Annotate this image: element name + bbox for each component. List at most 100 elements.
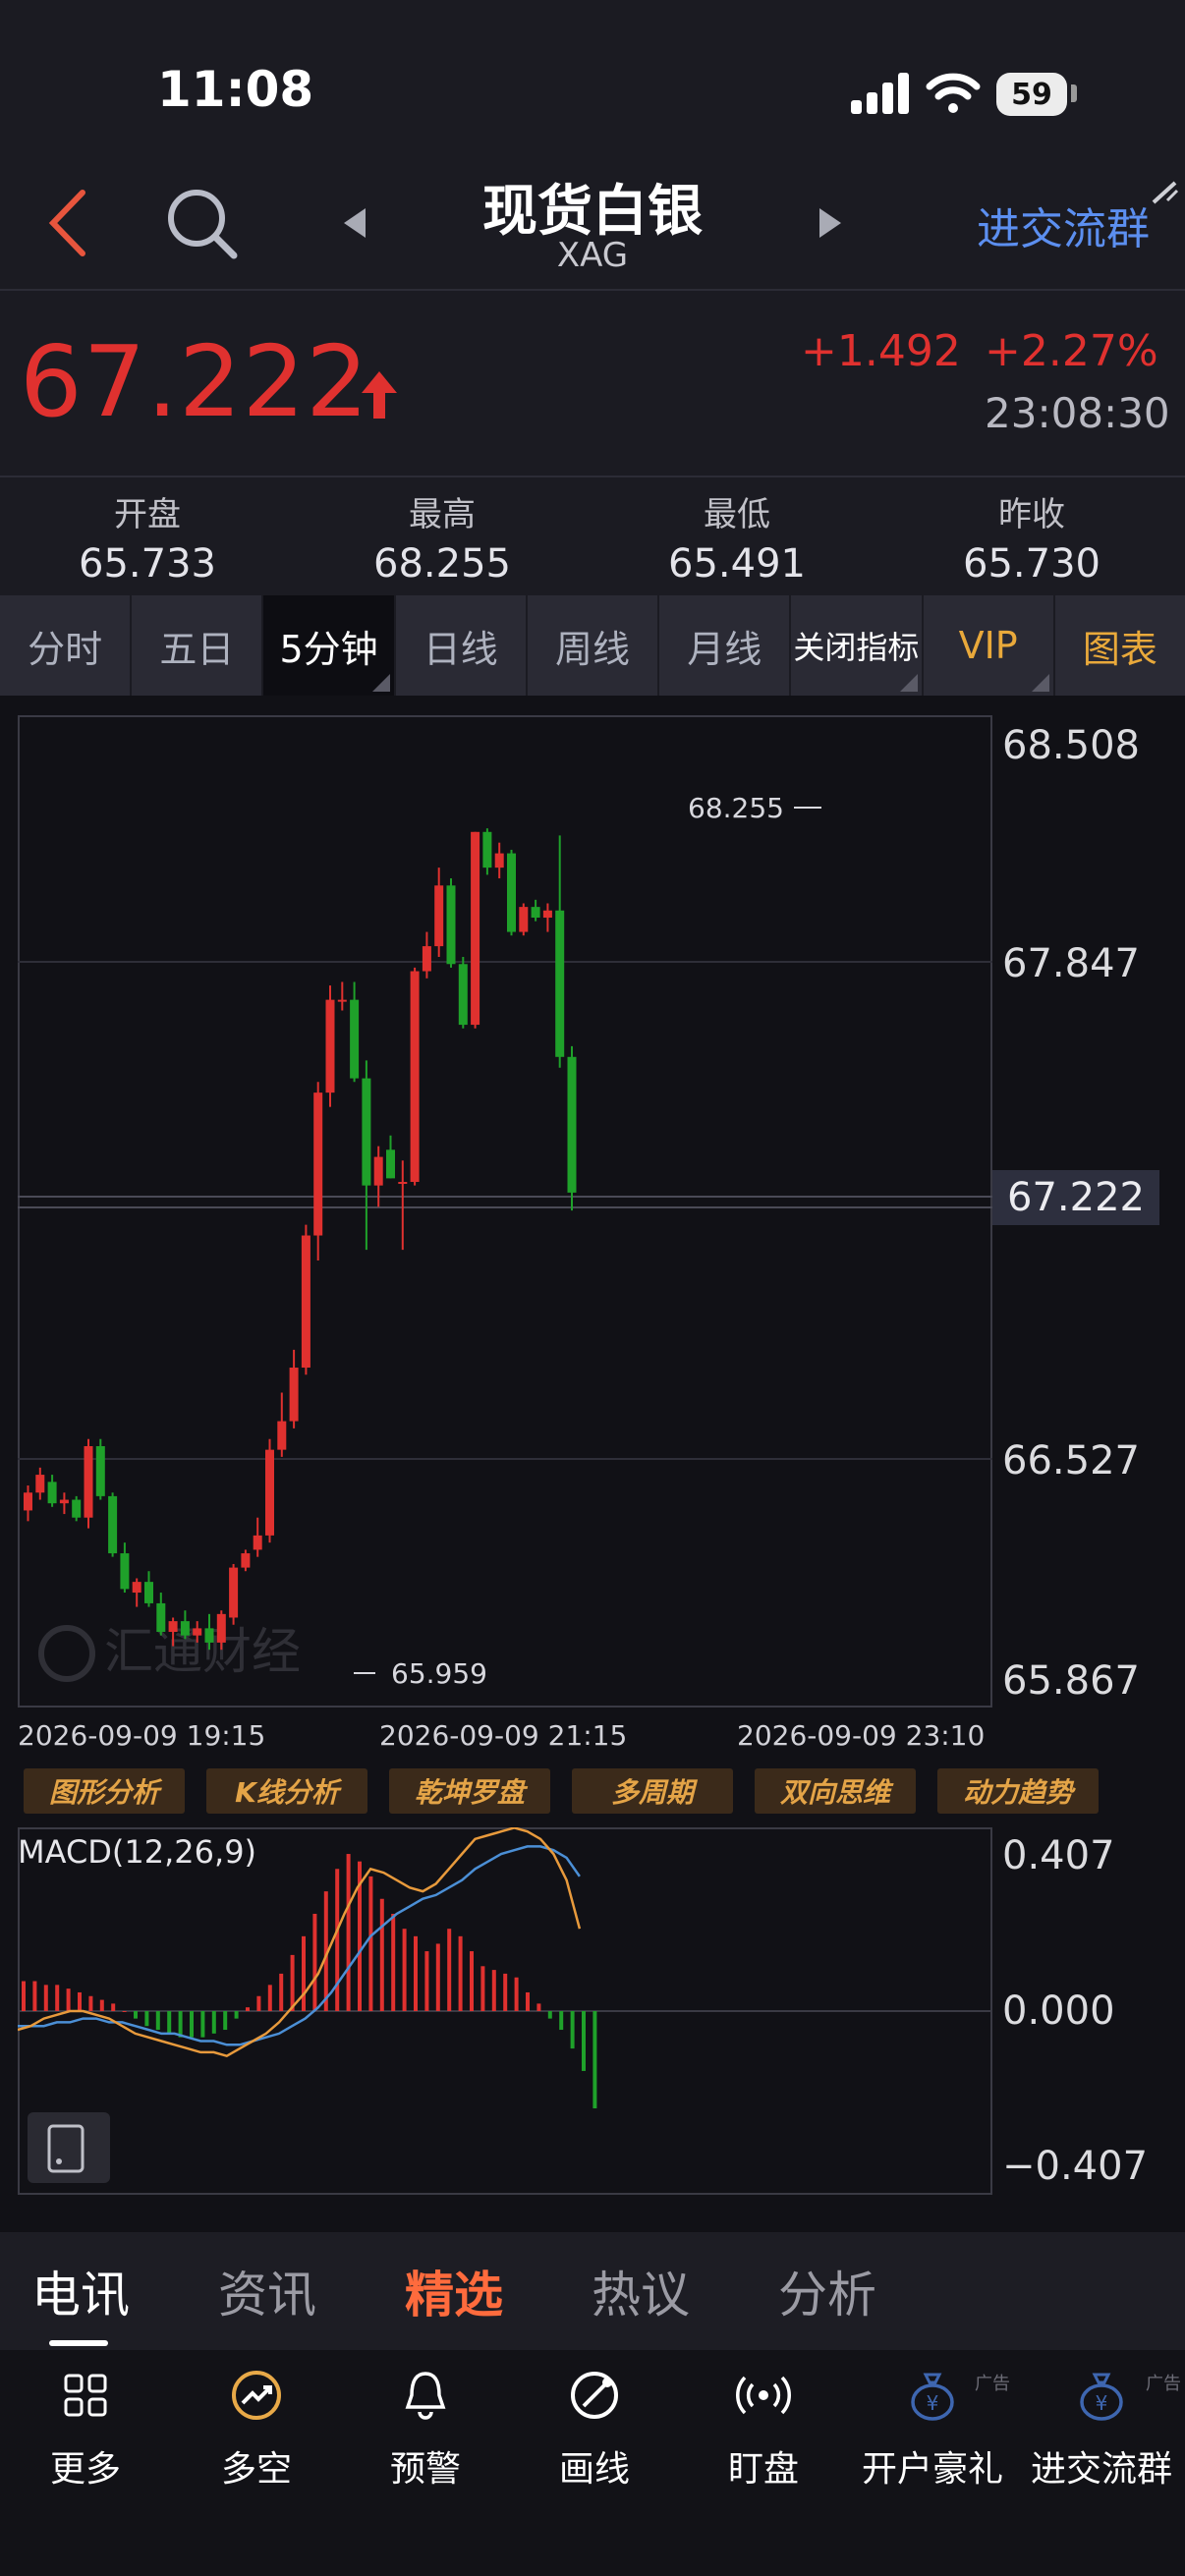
- candle: [507, 849, 516, 936]
- tab-label: 关闭指标: [793, 629, 920, 666]
- candle: [362, 1060, 371, 1251]
- macd-histogram-bar: [414, 1935, 418, 2011]
- candle: [531, 899, 540, 922]
- candle: [482, 828, 492, 875]
- news-tab-flash[interactable]: 电讯: [31, 2256, 130, 2326]
- candle: [337, 981, 347, 1011]
- y-axis-label: 66.527: [1002, 1438, 1140, 1484]
- candle-body: [325, 999, 335, 1093]
- macd-histogram-bar: [134, 2011, 138, 2019]
- candle-body: [422, 946, 431, 972]
- stat-label: 开盘: [114, 495, 181, 534]
- stat-open: 开盘 65.733: [0, 487, 295, 587]
- x-axis-label: 2026-09-09 21:15: [379, 1719, 628, 1752]
- quote-time: 23:08:30: [985, 389, 1170, 437]
- macd-chart[interactable]: MACD(12,26,9): [18, 1827, 992, 2195]
- candle-body: [434, 885, 444, 947]
- min-annotation: 65.959: [354, 1657, 487, 1690]
- price-change-percent: +2.27%: [985, 326, 1158, 376]
- macd-histogram-bar: [234, 2011, 239, 2019]
- candle: [567, 1045, 577, 1211]
- candle: [59, 1492, 69, 1515]
- tab-label: 5分钟: [279, 627, 378, 671]
- trend-icon: [232, 2371, 281, 2420]
- toolbar-alert[interactable]: 预警: [342, 2366, 509, 2492]
- macd-histogram-bar: [480, 1966, 485, 2011]
- toolbar-more[interactable]: 更多: [2, 2366, 169, 2492]
- status-time: 11:08: [157, 61, 314, 118]
- current-price-tag: 67.222: [992, 1170, 1159, 1225]
- macd-histogram-bar: [246, 2007, 250, 2011]
- tab-5min[interactable]: 5分钟: [263, 595, 396, 696]
- candle: [108, 1492, 118, 1557]
- news-tab-info[interactable]: 资讯: [218, 2256, 316, 2326]
- news-tab-featured[interactable]: 精选: [405, 2256, 503, 2326]
- candle-body: [531, 907, 540, 919]
- news-tab-analysis[interactable]: 分析: [778, 2256, 876, 2326]
- candle-body: [59, 1499, 69, 1504]
- min-label: 65.959: [391, 1657, 487, 1690]
- candle-body: [519, 907, 529, 932]
- candle: [47, 1475, 57, 1507]
- macd-histogram-bar: [458, 1935, 463, 2011]
- tool-kline-analysis[interactable]: K线分析: [206, 1768, 367, 1814]
- candle: [24, 1484, 32, 1522]
- money-bag-icon: ¥: [1080, 2373, 1123, 2421]
- macd-histogram-bar: [256, 1995, 261, 2011]
- toolbar-long-short[interactable]: 多空: [173, 2366, 340, 2492]
- tab-five-day[interactable]: 五日: [132, 595, 264, 696]
- macd-histogram-bar: [447, 1929, 452, 2011]
- news-tab-discussion[interactable]: 热议: [592, 2256, 690, 2326]
- tab-weekly[interactable]: 周线: [528, 595, 660, 696]
- tab-chart-settings[interactable]: 图表: [1055, 595, 1185, 696]
- tab-close-indicator[interactable]: 关闭指标: [791, 595, 924, 696]
- tab-vip[interactable]: VIP: [924, 595, 1055, 696]
- candle-body: [555, 910, 565, 1057]
- candle-body: [47, 1482, 57, 1504]
- active-tab-indicator: [49, 2340, 108, 2346]
- candle-body: [193, 1628, 202, 1636]
- tab-monthly[interactable]: 月线: [659, 595, 792, 696]
- candle: [446, 878, 456, 968]
- macd-histogram-bar: [43, 1985, 48, 2011]
- macd-histogram-bar: [144, 2011, 149, 2027]
- header-divider: [0, 289, 1185, 291]
- macd-histogram-bar: [391, 1913, 396, 2011]
- candle-body: [458, 964, 468, 1026]
- tool-pattern-analysis[interactable]: 图形分析: [24, 1768, 185, 1814]
- tool-multi-period[interactable]: 多周期: [572, 1768, 733, 1814]
- tool-compass[interactable]: 乾坤罗盘: [389, 1768, 550, 1814]
- candle: [542, 903, 552, 932]
- watermark-text: 汇通财经: [104, 1623, 301, 1680]
- candle: [422, 931, 431, 979]
- price-change: +1.492: [801, 326, 961, 376]
- tool-two-way[interactable]: 双向思维: [755, 1768, 916, 1814]
- macd-histogram-bar: [279, 1973, 284, 2011]
- macd-histogram-bar: [155, 2011, 160, 2031]
- tool-momentum[interactable]: 动力趋势: [937, 1768, 1099, 1814]
- candlestick-chart[interactable]: 汇通财经 68.255 65.959: [18, 715, 992, 1708]
- toolbar-watch[interactable]: 盯盘: [680, 2366, 847, 2492]
- toolbar-draw-line[interactable]: 画线: [511, 2366, 678, 2492]
- stat-value: 65.733: [79, 541, 216, 587]
- macd-histogram-bar: [312, 1913, 317, 2011]
- macd-histogram-bar: [368, 1876, 373, 2011]
- join-group-link[interactable]: 进交流群: [977, 194, 1150, 256]
- stat-label: 最高: [409, 495, 476, 534]
- candle: [253, 1517, 262, 1557]
- candle: [494, 842, 504, 879]
- macd-histogram-bar: [570, 2011, 575, 2049]
- candle-body: [95, 1446, 105, 1496]
- tab-daily[interactable]: 日线: [396, 595, 528, 696]
- candle-body: [567, 1056, 577, 1193]
- macd-histogram-bar: [470, 1951, 474, 2011]
- fullscreen-toggle[interactable]: [28, 2112, 110, 2183]
- candle-body: [229, 1567, 239, 1618]
- macd-histogram-bar: [435, 1943, 440, 2011]
- candle-body: [362, 1078, 371, 1186]
- candle: [471, 831, 480, 1029]
- macd-title: MACD(12,26,9): [18, 1833, 256, 1871]
- tab-label: VIP: [958, 624, 1018, 667]
- tab-intraday[interactable]: 分时: [0, 595, 133, 696]
- candle-body: [72, 1499, 82, 1518]
